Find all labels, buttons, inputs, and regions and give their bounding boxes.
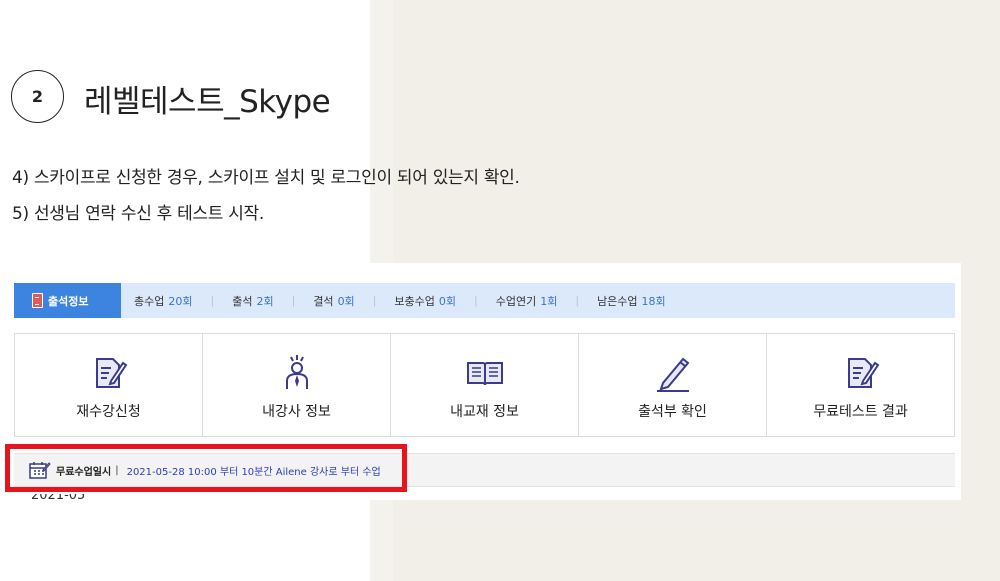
step-number: 2 [31,87,44,106]
instruction-5: 5) 선생님 연락 수신 후 테스트 시작. [12,204,264,224]
stat-divider: | [210,294,215,307]
stat-remaining-classes: 남은수업 18회 [597,293,666,309]
stat-value: 0회 [337,294,355,308]
stat-name: 결석 [313,294,334,308]
tile-label: 내교재 정보 [450,404,519,420]
stat-name: 수업연기 [495,294,537,308]
stat-value: 20회 [168,294,193,308]
stat-value: 0회 [438,294,457,308]
document-edit-icon [95,358,127,388]
stat-value: 2회 [256,294,274,308]
stat-name: 출석 [232,294,253,308]
tile-textbook-info[interactable]: 내교재 정보 [391,334,579,436]
stat-value: 18회 [641,294,666,308]
stat-divider: | [474,294,478,307]
tile-re-enroll[interactable]: 재수강신청 [15,334,203,436]
tile-label: 재수강신청 [76,404,141,420]
attendance-info-tab[interactable]: 출석정보 [14,283,121,318]
tile-free-test-result[interactable]: 무료테스트 결과 [767,334,954,436]
instruction-4: 4) 스카이프로 신청한 경우, 스카이프 설치 및 로그인이 되어 있는지 확… [12,168,520,188]
tile-label: 내강사 정보 [262,404,331,420]
tile-teacher-info[interactable]: 내강사 정보 [203,334,391,436]
stat-divider: | [372,294,377,307]
menu-tiles: 재수강신청 내강사 정보 내교재 정보 출석부 확인 무료테스트 결과 [14,333,955,437]
attendance-stats-bar: 출석정보 총수업 20회 | 출석 2회 | 결석 0회 | 보충수업 0회 |… [14,283,955,318]
stat-absence: 결석 0회 [313,293,354,309]
document-edit-icon [847,358,879,388]
notebook-icon [32,293,43,308]
pen-icon [656,357,689,392]
tile-attendance-check[interactable]: 출석부 확인 [579,334,767,436]
cropped-text: 2021-05 [31,494,106,504]
stat-value: 1회 [540,294,558,308]
cropped-text-value: 2021-05 [31,494,86,503]
stat-total-classes: 총수업 20회 [134,293,193,309]
highlight-box [5,444,407,492]
stat-name: 총수업 [134,294,165,308]
attendance-info-label: 출석정보 [48,294,89,308]
tile-label: 무료테스트 결과 [813,404,908,420]
stat-makeup-classes: 보충수업 0회 [394,293,456,309]
stat-attendance: 출석 2회 [232,293,273,309]
stat-postponed-classes: 수업연기 1회 [496,293,558,309]
book-icon [466,362,503,386]
stat-name: 보충수업 [394,294,435,308]
stat-name: 남은수업 [597,294,638,308]
stat-divider: | [291,294,296,307]
step-title: 레벨테스트_Skype [84,84,331,120]
step-number-badge: 2 [11,70,64,123]
tile-label: 출석부 확인 [638,404,707,420]
teacher-icon [285,355,308,389]
stat-divider: | [575,294,580,307]
